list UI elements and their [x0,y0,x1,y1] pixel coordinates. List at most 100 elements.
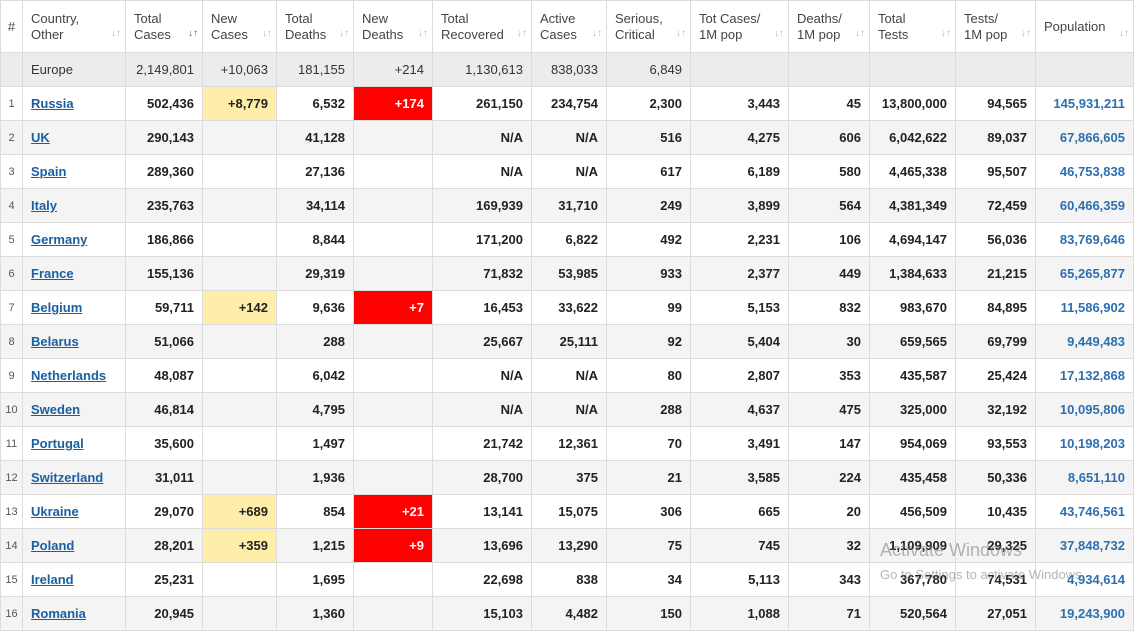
table-row: 9 Netherlands 48,087 6,042 N/A N/A 80 2,807 353 4… [0,358,1134,393]
header-col-serious-critical[interactable]: Serious, Critical ↓↑ [606,0,691,53]
total-deaths-cell: 854 [276,494,354,529]
country-link[interactable]: Spain [31,164,66,179]
row-number: 15 [0,562,23,597]
new-deaths-cell [353,120,433,155]
total-deaths-cell: 8,844 [276,222,354,257]
sort-arrows-icon[interactable]: ↓↑ [676,26,686,42]
country-link[interactable]: Ukraine [31,504,79,519]
new-cases-cell [202,562,277,597]
total-recovered-cell: 261,150 [432,86,532,121]
total-recovered-cell: 13,141 [432,494,532,529]
country-link[interactable]: Belarus [31,334,79,349]
population-cell: 67,866,605 [1035,120,1134,155]
tests-per-1m-cell: 21,215 [955,256,1036,291]
country-cell: Spain [22,154,126,189]
header-col-new-cases[interactable]: New Cases ↓↑ [202,0,277,53]
tot-cases-per-1m-cell: 6,189 [690,154,789,189]
total-cases-cell: 48,087 [125,358,203,393]
new-deaths-cell [353,460,433,495]
country-link[interactable]: Portugal [31,436,84,451]
serious-critical-cell: 306 [606,494,691,529]
sort-arrows-icon[interactable]: ↓↑ [517,26,527,42]
population-cell: 83,769,646 [1035,222,1134,257]
country-link[interactable]: Poland [31,538,74,553]
country-link[interactable]: Romania [31,606,86,621]
total-recovered-cell: N/A [432,120,532,155]
total-deaths-cell: 27,136 [276,154,354,189]
tot-cases-per-1m-cell: 2,231 [690,222,789,257]
country-link[interactable]: Switzerland [31,470,103,485]
header-col-deaths-per-1m[interactable]: Deaths/ 1M pop ↓↑ [788,0,870,53]
sort-arrows-icon[interactable]: ↓↑ [1021,26,1031,42]
population-cell: 4,934,614 [1035,562,1134,597]
total-tests-cell: 4,465,338 [869,154,956,189]
header-col-total-cases[interactable]: Total Cases ↓↑ [125,0,203,53]
table-row: 7 Belgium 59,711 +142 9,636 +7 16,453 33,622 99 5… [0,290,1134,325]
total-deaths-cell: 1,497 [276,426,354,461]
new-deaths-cell [353,562,433,597]
country-link[interactable]: Sweden [31,402,80,417]
header-col-tot-cases-per-1m[interactable]: Tot Cases/ 1M pop ↓↑ [690,0,789,53]
total-tests-cell: 4,694,147 [869,222,956,257]
header-col-total-recovered[interactable]: Total Recovered ↓↑ [432,0,532,53]
new-deaths-cell [353,256,433,291]
sort-arrows-icon[interactable]: ↓↑ [188,26,198,42]
sort-arrows-icon[interactable]: ↓↑ [339,26,349,42]
total-cases-cell: 289,360 [125,154,203,189]
tests-per-1m-cell: 27,051 [955,596,1036,631]
country-link[interactable]: Belgium [31,300,82,315]
country-link[interactable]: France [31,266,74,281]
table-header-row: # Country, Other ↓↑ Total Cases ↓↑ New Cases ↓… [0,0,1134,53]
tot-cases-per-1m-cell: 4,275 [690,120,789,155]
country-link[interactable]: Italy [31,198,57,213]
header-col-country[interactable]: Country, Other ↓↑ [22,0,126,53]
sort-arrows-icon[interactable]: ↓↑ [111,26,121,42]
total-tests-cell: 4,381,349 [869,188,956,223]
sort-arrows-icon[interactable]: ↓↑ [1119,26,1129,42]
country-link[interactable]: Russia [31,96,74,111]
country-cell: Russia [22,86,126,121]
new-cases-cell [202,358,277,393]
sort-arrows-icon[interactable]: ↓↑ [418,26,428,42]
deaths-per-1m-cell: 45 [788,86,870,121]
total-deaths-cell: 6,532 [276,86,354,121]
active-cases-cell: N/A [531,154,607,189]
sort-arrows-icon[interactable]: ↓↑ [592,26,602,42]
country-link[interactable]: UK [31,130,50,145]
sort-arrows-icon[interactable]: ↓↑ [262,26,272,42]
header-col-population[interactable]: Population ↓↑ [1035,0,1134,53]
sort-arrows-icon[interactable]: ↓↑ [774,26,784,42]
total-recovered-cell: 16,453 [432,290,532,325]
total-deaths-cell: 6,042 [276,358,354,393]
total-recovered-cell: 15,103 [432,596,532,631]
header-label: New Cases [211,10,248,42]
country-link[interactable]: Ireland [31,572,74,587]
total-cases-cell: 59,711 [125,290,203,325]
header-col-tests-per-1m[interactable]: Tests/ 1M pop ↓↑ [955,0,1036,53]
header-col-total-tests[interactable]: Total Tests ↓↑ [869,0,956,53]
country-cell: UK [22,120,126,155]
new-cases-cell [202,426,277,461]
header-col-active-cases[interactable]: Active Cases ↓↑ [531,0,607,53]
deaths-per-1m-cell: 343 [788,562,870,597]
new-cases-cell [202,188,277,223]
header-col-total-deaths[interactable]: Total Deaths ↓↑ [276,0,354,53]
new-deaths-cell [353,392,433,427]
table-row: 14 Poland 28,201 +359 1,215 +9 13,696 13,290 75 7… [0,528,1134,563]
total-tests-cell: 435,587 [869,358,956,393]
row-number: 2 [0,120,23,155]
tests-per-1m-cell: 94,565 [955,86,1036,121]
sort-arrows-icon[interactable]: ↓↑ [855,26,865,42]
total-tests-cell: 6,042,622 [869,120,956,155]
country-link[interactable]: Netherlands [31,368,106,383]
country-link[interactable]: Germany [31,232,87,247]
sort-arrows-icon[interactable]: ↓↑ [941,26,951,42]
new-cases-cell: +689 [202,494,277,529]
total-recovered-cell: N/A [432,392,532,427]
serious-critical-cell: 933 [606,256,691,291]
country-cell: Switzerland [22,460,126,495]
header-col-new-deaths[interactable]: New Deaths ↓↑ [353,0,433,53]
tot-cases-per-1m-cell: 1,088 [690,596,789,631]
table-row: 1 Russia 502,436 +8,779 6,532 +174 261,150 234,… [0,86,1134,121]
total-deaths-cell: 181,155 [276,52,354,87]
